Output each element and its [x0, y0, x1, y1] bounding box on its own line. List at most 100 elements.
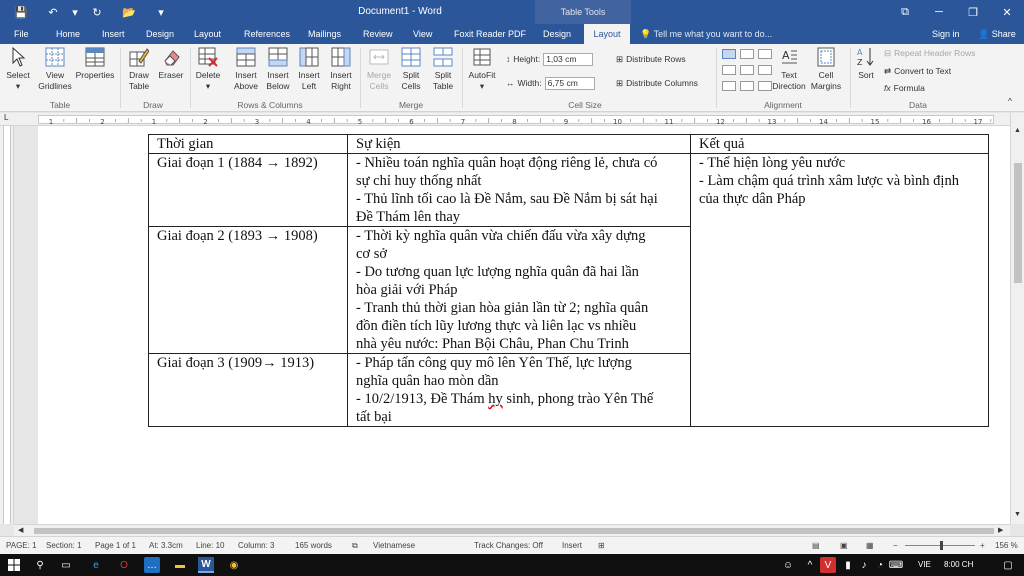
redo-icon[interactable]: ↻ — [82, 0, 112, 24]
status-line[interactable]: Line: 10 — [196, 537, 224, 555]
properties-button[interactable]: Properties — [74, 46, 116, 81]
insert-left-button[interactable]: Insert Left — [294, 46, 324, 92]
tab-mailings[interactable]: Mailings — [302, 24, 347, 44]
tab-table-design[interactable]: Design — [537, 24, 577, 44]
horizontal-scroll-thumb[interactable] — [34, 528, 994, 534]
align-center-left-button[interactable] — [722, 65, 736, 75]
event-cell[interactable]: - Thời kỳ nghĩa quân vừa chiến đấu vừa x… — [347, 226, 691, 354]
delete-button[interactable]: Delete ▾ — [193, 46, 223, 92]
show-hidden-icons[interactable]: ^ — [802, 557, 818, 573]
sort-button[interactable]: AZ Sort — [854, 46, 878, 81]
chat-app-icon[interactable]: … — [144, 557, 160, 573]
align-top-center-button[interactable] — [740, 49, 754, 59]
table-header-row[interactable]: Thời gian Sự kiện Kết quả — [148, 134, 989, 154]
draw-table-button[interactable]: Draw Table — [124, 46, 154, 92]
table-row[interactable]: Giai đoạn 1 (1884 → 1892) - Nhiều toán n… — [148, 153, 989, 427]
sign-in-link[interactable]: Sign in — [932, 24, 960, 44]
distribute-rows-button[interactable]: ⊞ Distribute Rows — [616, 52, 686, 66]
split-cells-button[interactable]: Split Cells — [396, 46, 426, 92]
page[interactable]: Thời gian Sự kiện Kết quả Giai đoạn 1 (1… — [38, 126, 1010, 524]
volume-icon[interactable]: ♪ — [856, 557, 872, 573]
tell-me-box[interactable]: 💡 Tell me what you want to do... — [640, 24, 772, 44]
minimize-icon[interactable]: ─ — [922, 0, 956, 24]
height-input[interactable]: 1,03 cm — [543, 52, 594, 66]
status-column[interactable]: Column: 3 — [238, 537, 274, 555]
zoom-in-icon[interactable]: + — [980, 537, 985, 555]
macro-icon[interactable]: ⊞ — [598, 537, 605, 555]
web-layout-icon[interactable]: ▦ — [866, 537, 874, 555]
tab-insert[interactable]: Insert — [96, 24, 131, 44]
scroll-down-icon[interactable]: ▼ — [1014, 511, 1021, 518]
close-icon[interactable]: ✕ — [990, 0, 1024, 24]
formula-button[interactable]: fx Formula — [884, 81, 925, 95]
undo-icon[interactable]: ↶ — [38, 0, 68, 24]
tab-references[interactable]: References — [238, 24, 296, 44]
open-icon[interactable]: 📂 — [114, 0, 144, 24]
status-language[interactable]: Vietnamese — [373, 537, 415, 555]
status-section[interactable]: Section: 1 — [46, 537, 82, 555]
horizontal-ruler[interactable]: L 12123456789101112131415161718 — [0, 113, 1024, 126]
vertical-scroll-thumb[interactable] — [1014, 163, 1022, 283]
people-icon[interactable]: ☺ — [780, 557, 796, 573]
tab-home[interactable]: Home — [50, 24, 86, 44]
vertical-scrollbar[interactable]: ▲ ▼ — [1010, 113, 1024, 524]
align-bottom-center-button[interactable] — [740, 81, 754, 91]
notification-center-icon[interactable]: ▢ — [1000, 557, 1016, 573]
width-input[interactable]: 6,75 cm — [544, 76, 595, 90]
network-icon[interactable]: ◔ — [872, 557, 888, 573]
result-cell[interactable]: - Thể hiện lòng yêu nước - Làm chậm quá … — [690, 153, 989, 427]
opera-icon[interactable]: O — [116, 557, 132, 573]
align-center-button[interactable] — [740, 65, 754, 75]
merge-cells-button[interactable]: Merge Cells — [364, 46, 394, 92]
battery-icon[interactable]: ▮ — [840, 557, 856, 573]
tab-file[interactable]: File — [8, 24, 35, 44]
tab-foxit-reader-pdf[interactable]: Foxit Reader PDF — [448, 24, 532, 44]
status-mode[interactable]: Insert — [562, 537, 582, 555]
zoom-level[interactable]: 156 % — [995, 537, 1018, 555]
scroll-right-icon[interactable]: ▶ — [998, 526, 1003, 534]
insert-above-button[interactable]: Insert Above — [230, 46, 262, 92]
word-taskbar-icon[interactable]: W — [198, 557, 214, 573]
event-cell[interactable]: - Nhiều toán nghĩa quân hoạt động riêng … — [347, 153, 691, 227]
convert-to-text-button[interactable]: ⇄ Convert to Text — [884, 64, 951, 78]
insert-below-button[interactable]: Insert Below — [262, 46, 294, 92]
print-layout-icon[interactable]: ▣ — [840, 537, 848, 555]
keyboard-icon[interactable]: ⌨ — [888, 557, 904, 573]
select-button[interactable]: Select ▾ — [4, 46, 32, 92]
scroll-up-icon[interactable]: ▲ — [1014, 127, 1021, 134]
view-gridlines-button[interactable]: View Gridlines — [36, 46, 74, 92]
edge-icon[interactable]: e — [88, 557, 104, 573]
clock[interactable]: 8:00 CH — [944, 554, 973, 576]
header-cell-event[interactable]: Sự kiện — [347, 134, 691, 154]
collapse-ribbon-icon[interactable]: ^ — [1008, 94, 1012, 108]
customize-qat-icon[interactable]: ▾ — [146, 0, 176, 24]
event-cell[interactable]: - Pháp tấn công quy mô lên Yên Thế, lực … — [347, 353, 691, 427]
read-mode-icon[interactable]: ▤ — [812, 537, 820, 555]
file-explorer-icon[interactable]: ▬ — [172, 557, 188, 573]
split-table-button[interactable]: Split Table — [428, 46, 458, 92]
distribute-columns-button[interactable]: ⊞ Distribute Columns — [616, 76, 698, 90]
insert-right-button[interactable]: Insert Right — [326, 46, 356, 92]
document-area[interactable]: Thời gian Sự kiện Kết quả Giai đoạn 1 (1… — [14, 126, 1010, 524]
status-page-of[interactable]: Page 1 of 1 — [95, 537, 136, 555]
windows-start-icon[interactable] — [6, 557, 22, 573]
tab-layout[interactable]: Layout — [188, 24, 227, 44]
search-icon[interactable]: ⚲ — [32, 557, 48, 573]
undo-dropdown-icon[interactable]: ▾ — [70, 0, 80, 24]
horizontal-scrollbar[interactable]: ◀ ▶ — [14, 524, 1010, 536]
repeat-header-rows-button[interactable]: ⊟ Repeat Header Rows — [884, 46, 975, 60]
header-cell-time[interactable]: Thời gian — [148, 134, 348, 154]
status-track-changes[interactable]: Track Changes: Off — [474, 537, 543, 555]
scroll-left-icon[interactable]: ◀ — [18, 526, 23, 534]
text-direction-button[interactable]: A Text Direction — [770, 46, 808, 92]
status-page[interactable]: PAGE: 1 — [6, 537, 37, 555]
share-button[interactable]: 👤 Share — [978, 24, 1016, 44]
maximize-icon[interactable]: ❐ — [956, 0, 990, 24]
align-top-left-button[interactable] — [722, 49, 736, 59]
task-view-icon[interactable]: ▭ — [58, 557, 74, 573]
autofit-button[interactable]: AutoFit ▾ — [466, 46, 498, 92]
vpn-tray-icon[interactable]: V — [820, 557, 836, 573]
tab-selector-icon[interactable]: L — [4, 113, 8, 122]
header-cell-result[interactable]: Kết quả — [690, 134, 989, 154]
tab-review[interactable]: Review — [357, 24, 399, 44]
